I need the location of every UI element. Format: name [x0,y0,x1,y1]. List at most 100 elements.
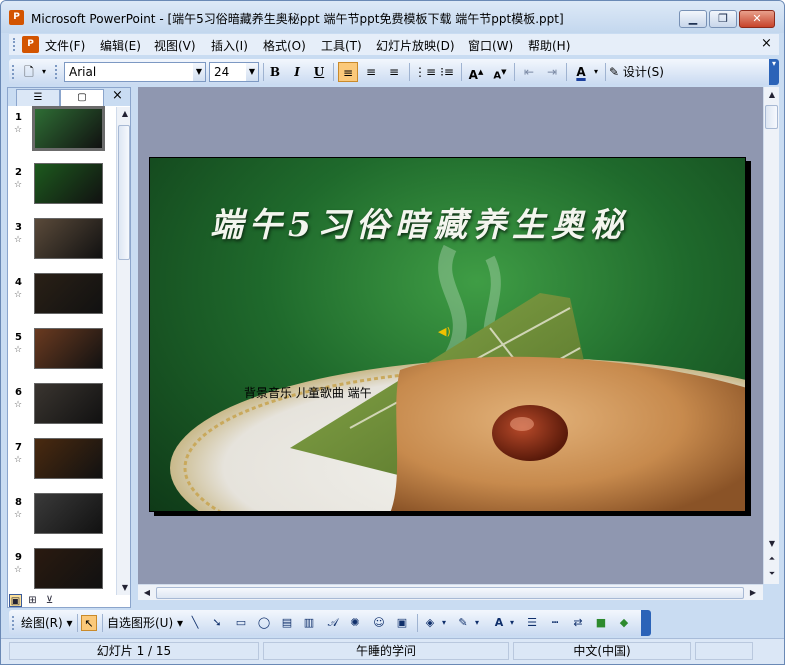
minimize-button[interactable]: ▁ [679,10,707,28]
normal-view-icon[interactable]: ▣ [9,594,22,607]
line-color-dropdown-icon[interactable]: ▾ [473,615,481,631]
italic-button[interactable]: I [287,62,307,82]
panel-scroll-thumb[interactable] [118,125,130,260]
dash-style-icon[interactable]: ┅ [547,615,563,631]
font-name-combo[interactable]: Arial ▼ [64,62,206,82]
font-color-icon[interactable]: A [571,62,591,82]
increase-font-icon[interactable]: A▲ [466,62,486,82]
vertical-scroll-thumb[interactable] [765,105,778,129]
new-icon[interactable]: 🗋 [19,62,39,82]
toolbar-grip[interactable] [12,65,15,79]
close-document-button[interactable]: × [761,36,772,51]
decrease-indent-icon[interactable]: ⇤ [519,62,539,82]
menu-file[interactable]: 文件(F) [45,37,85,54]
slide-thumbnail[interactable] [32,106,105,151]
toolbar-grip-2[interactable] [55,65,58,79]
outline-tab[interactable]: ☰ [16,89,60,106]
menu-insert[interactable]: 插入(I) [211,37,248,54]
scroll-up-icon[interactable]: ▲ [765,88,779,102]
scroll-left-icon[interactable]: ◀ [140,586,154,600]
slide-sorter-icon[interactable]: ⊞ [26,594,39,607]
slide-title[interactable]: 端午5习俗暗藏养生奥秘 [210,198,629,246]
scroll-down-icon[interactable]: ▼ [118,581,132,595]
horizontal-scroll-thumb[interactable] [156,587,744,599]
menu-help[interactable]: 帮助(H) [528,37,570,54]
line-style-icon[interactable]: ☰ [524,615,540,631]
menu-grip[interactable] [13,38,16,51]
slides-tab[interactable]: ▢ [60,89,104,106]
slide-thumbnail[interactable] [34,383,103,424]
wordart-icon[interactable]: 𝒜 [325,615,341,631]
rectangle-icon[interactable]: ▭ [233,615,249,631]
decrease-font-icon[interactable]: A▼ [490,62,510,82]
slide-thumbnail[interactable] [34,273,103,314]
arrow-style-icon[interactable]: ⇄ [570,615,586,631]
clipart-icon[interactable]: ☺ [371,615,387,631]
align-center-icon[interactable]: ≡ [361,62,381,82]
menu-format[interactable]: 格式(O) [263,37,306,54]
slide-thumbnail[interactable] [34,493,103,534]
increase-indent-icon[interactable]: ⇥ [542,62,562,82]
slide-thumbnail[interactable] [34,548,103,589]
speaker-icon[interactable]: ◀) [438,325,451,338]
bullet-list-icon[interactable]: ⁝≡ [437,62,457,82]
fill-color-icon[interactable]: ◈ [422,615,438,631]
3d-icon[interactable]: ◆ [616,615,632,631]
document-icon[interactable]: P [22,36,39,53]
slide-thumbnail[interactable] [34,218,103,259]
align-right-icon[interactable]: ≡ [384,62,404,82]
design-button[interactable]: ✎ 设计(S) [609,62,673,82]
scroll-up-icon[interactable]: ▲ [118,107,132,121]
toolbar-grip[interactable] [12,616,15,630]
restore-button[interactable]: ❐ [709,10,737,28]
bold-button[interactable]: B [265,62,285,82]
menu-window[interactable]: 窗口(W) [468,37,513,54]
vertical-scrollbar[interactable]: ▲ ▼ ⏶ ⏷ [763,87,779,584]
textbox-icon[interactable]: ▤ [279,615,295,631]
slide-thumbnail[interactable] [34,438,103,479]
numbered-list-icon[interactable]: ⋮≡ [414,62,436,82]
toolbar-options-icon[interactable]: ▾ [769,59,779,85]
close-panel-button[interactable]: × [112,88,123,103]
new-dropdown-icon[interactable]: ▾ [39,62,49,82]
underline-button[interactable]: U [309,62,329,82]
horizontal-scrollbar[interactable]: ◀ ▶ [138,584,763,600]
select-arrow-icon[interactable]: ↖ [81,615,97,631]
autoshapes-button[interactable]: 自选图形(U) ▾ [107,614,183,632]
slide-canvas[interactable]: 端午5习俗暗藏养生奥秘 ◀) 背景音乐 儿童歌曲 端午 [149,157,746,512]
chevron-down-icon[interactable]: ▼ [193,63,205,81]
line-icon[interactable]: ╲ [187,615,203,631]
align-left-icon[interactable]: ≡ [338,62,358,82]
chevron-down-icon[interactable]: ▼ [246,63,258,81]
font-color-dropdown-icon[interactable]: ▾ [591,62,601,82]
fill-dropdown-icon[interactable]: ▾ [440,615,448,631]
vertical-textbox-icon[interactable]: ▥ [301,615,317,631]
music-caption[interactable]: 背景音乐 儿童歌曲 端午 [244,384,372,401]
font-color-draw-icon[interactable]: A [491,615,507,631]
font-size-combo[interactable]: 24 ▼ [209,62,259,82]
previous-slide-icon[interactable]: ⏶ [765,552,779,566]
scroll-down-icon[interactable]: ▼ [765,537,779,551]
slide-thumbnail[interactable] [34,163,103,204]
slideshow-icon[interactable]: ⊻ [43,594,56,607]
arrow-icon[interactable]: ➘ [209,615,225,631]
shadow-icon[interactable]: ■ [593,615,609,631]
menu-slideshow[interactable]: 幻灯片放映(D) [376,37,455,54]
next-slide-icon[interactable]: ⏷ [765,567,779,581]
menu-view[interactable]: 视图(V) [154,37,196,54]
picture-icon[interactable]: ▣ [394,615,410,631]
font-color-draw-dropdown-icon[interactable]: ▾ [508,615,516,631]
toolbar-options-icon[interactable] [641,610,651,636]
slide-thumbnail[interactable] [34,328,103,369]
line-color-icon[interactable]: ✎ [455,615,471,631]
menu-edit[interactable]: 编辑(E) [100,37,141,54]
panel-scrollbar[interactable]: ▲ ▼ [116,107,130,595]
view-buttons: ▣ ⊞ ⊻ [9,594,61,608]
diagram-icon[interactable]: ✺ [347,615,363,631]
draw-menu-button[interactable]: 绘图(R) ▾ [21,614,73,632]
oval-icon[interactable]: ◯ [256,615,272,631]
powerpoint-icon[interactable]: P [9,10,24,25]
scroll-right-icon[interactable]: ▶ [746,586,760,600]
menu-tools[interactable]: 工具(T) [321,37,362,54]
close-button[interactable]: ✕ [739,10,775,28]
